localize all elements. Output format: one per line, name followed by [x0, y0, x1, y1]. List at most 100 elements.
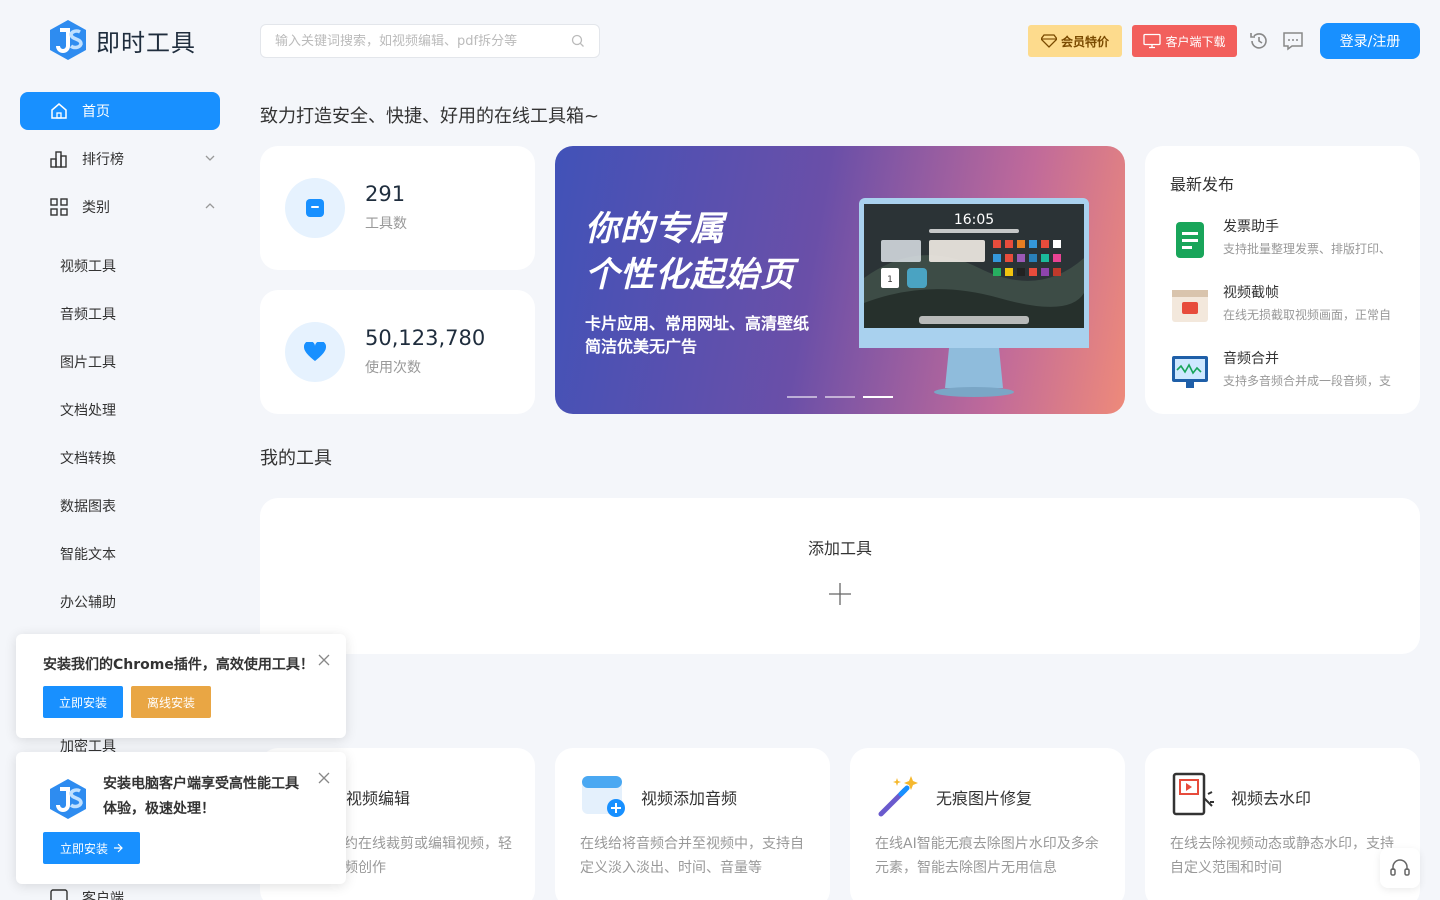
category-video[interactable]: 视频工具 — [60, 256, 116, 276]
category-data-chart[interactable]: 数据图表 — [60, 496, 116, 516]
desktop-client-popup: 安装电脑客户端享受高性能工具 体验，极速处理！ 立即安装 — [16, 752, 346, 884]
invoice-icon — [1176, 222, 1204, 258]
headset-icon — [1390, 859, 1410, 876]
tool-card-video-watermark[interactable]: 视频去水印 在线去除视频动态或静态水印，支持自定义范围和时间 — [1145, 748, 1420, 900]
video-watermark-icon — [1172, 772, 1214, 816]
banner-headline-line2: 个性化起始页 — [585, 255, 795, 295]
tool-desc: 在线给将音频合并至视频中，支持自定义淡入淡出、时间、音量等 — [580, 836, 804, 876]
sidebar-item-label: 排行榜 — [82, 152, 124, 168]
client-label: 客户端下载 — [1165, 34, 1226, 49]
desktop-popup-text: 安装电脑客户端享受高性能工具 体验，极速处理！ — [103, 772, 299, 822]
banner-dot[interactable] — [787, 396, 817, 398]
stat-card-usage: 50,123,780 使用次数 — [260, 290, 535, 414]
latest-title: 最新发布 — [1170, 175, 1235, 194]
client-icon — [50, 889, 68, 900]
add-tool-label: 添加工具 — [807, 539, 872, 558]
tool-desc: 约在线裁剪或编辑视频，轻 频创作 — [344, 836, 512, 876]
calendar-plus-icon — [582, 776, 625, 817]
sidebar-item-ranking[interactable]: 排行榜 — [20, 140, 220, 178]
search-input[interactable] — [275, 33, 571, 49]
banner-subtitle-line1: 卡片应用、常用网址、高清壁纸 — [585, 314, 810, 333]
latest-item[interactable]: 发票助手 支持批量整理发票、排版打印、 — [1170, 216, 1410, 262]
monitor-illustration: 16:05 1 — [859, 198, 1089, 397]
category-office[interactable]: 办公辅助 — [60, 592, 116, 612]
tool-card-video-add-audio[interactable]: 视频添加音频 在线给将音频合并至视频中，支持自定义淡入淡出、时间、音量等 — [555, 748, 830, 900]
sidebar-item-category[interactable]: 类别 — [20, 188, 220, 226]
close-icon[interactable] — [318, 654, 330, 666]
audio-merge-icon — [1172, 356, 1208, 388]
close-icon[interactable] — [318, 772, 330, 784]
vip-label: 会员特价 — [1060, 34, 1109, 49]
category-doc-convert[interactable]: 文档转换 — [60, 448, 116, 468]
chevron-up-icon[interactable] — [204, 200, 216, 212]
search-icon[interactable] — [571, 34, 585, 48]
grid-icon — [50, 198, 68, 216]
chrome-install-button[interactable]: 立即安装 — [43, 686, 123, 718]
banner-subtitle-line2: 简洁优美无广告 — [585, 337, 698, 356]
desktop-popup-line2: 体验，极速处理！ — [103, 801, 215, 817]
home-icon — [51, 103, 67, 119]
heart-icon — [285, 322, 345, 382]
tool-name: 视频编辑 — [346, 789, 411, 808]
search-box[interactable] — [260, 24, 600, 58]
banner-pagination — [787, 396, 893, 398]
tool-name: 视频去水印 — [1231, 789, 1312, 808]
banner-headline-line1: 你的专属 — [585, 209, 725, 249]
category-smart-text[interactable]: 智能文本 — [60, 544, 116, 564]
plus-icon[interactable] — [828, 582, 852, 606]
sidebar-item-label: 类别 — [82, 200, 110, 216]
banner-subtitle: 卡片应用、常用网址、高清壁纸 简洁优美无广告 — [585, 312, 809, 358]
tool-desc: 在线AI智能无痕去除图片水印及多余元素，智能去除图片无用信息 — [875, 836, 1099, 876]
login-register-button[interactable]: 登录/注册 — [1320, 23, 1420, 59]
desktop-popup-line1: 安装电脑客户端享受高性能工具 — [103, 776, 299, 792]
latest-item[interactable]: 音频合并 支持多音频合并成一段音频，支 — [1170, 348, 1410, 394]
customer-service-button[interactable] — [1380, 848, 1420, 888]
chrome-extension-popup: 安装我们的Chrome插件，高效使用工具！ 立即安装 离线安装 — [16, 634, 346, 738]
history-icon[interactable] — [1248, 30, 1270, 52]
page-tagline: 致力打造安全、快捷、好用的在线工具箱~ — [260, 106, 600, 127]
diamond-icon — [1040, 34, 1057, 48]
add-tool-card[interactable]: 添加工具 — [260, 498, 1420, 654]
category-image[interactable]: 图片工具 — [60, 352, 116, 372]
box-icon — [285, 178, 345, 238]
usage-count-label: 使用次数 — [365, 360, 421, 376]
chevron-down-icon[interactable] — [204, 152, 216, 164]
latest-item-name: 视频截帧 — [1223, 285, 1279, 301]
desktop-install-button[interactable]: 立即安装 — [43, 832, 140, 864]
latest-item-desc: 在线无损截取视频画面，正常自 — [1223, 308, 1392, 322]
chrome-popup-text: 安装我们的Chrome插件，高效使用工具！ — [43, 657, 314, 673]
usage-count: 50,123,780 — [365, 326, 486, 350]
banner-dot-active[interactable] — [863, 396, 893, 398]
monitor-date: 1 — [887, 275, 893, 285]
latest-item-name: 音频合并 — [1223, 351, 1279, 367]
desktop-install-label: 立即安装 — [59, 841, 108, 856]
magic-wand-icon — [878, 776, 918, 817]
tool-name: 视频添加音频 — [641, 789, 738, 808]
latest-releases-panel: 最新发布 发票助手 支持批量整理发票、排版打印、 视频截帧 在线无损截取视频画面… — [1145, 146, 1420, 414]
message-icon[interactable] — [1282, 30, 1304, 52]
sidebar-item-client[interactable]: 客户端 — [50, 888, 124, 900]
monitor-time: 16:05 — [954, 212, 994, 228]
tool-name: 无痕图片修复 — [936, 789, 1033, 808]
latest-item[interactable]: 视频截帧 在线无损截取视频画面，正常自 — [1170, 282, 1410, 328]
tools-count: 291 — [365, 182, 406, 206]
tools-count-label: 工具数 — [365, 216, 407, 232]
latest-item-desc: 支持批量整理发票、排版打印、 — [1223, 242, 1392, 256]
offline-install-button[interactable]: 离线安装 — [131, 686, 211, 718]
stat-card-tools: 291 工具数 — [260, 146, 535, 270]
sidebar-item-label: 客户端 — [82, 891, 124, 900]
promo-banner[interactable]: 你的专属 个性化起始页 卡片应用、常用网址、高清壁纸 简洁优美无广告 16:05… — [555, 146, 1125, 414]
brand-name: 即时工具 — [96, 28, 196, 57]
logo[interactable]: 即时工具 — [48, 18, 196, 62]
vip-button[interactable]: 会员特价 — [1028, 25, 1122, 57]
sidebar-item-home[interactable]: 首页 — [20, 92, 220, 130]
monitor-icon — [1143, 33, 1162, 49]
tool-card-image-repair[interactable]: 无痕图片修复 在线AI智能无痕去除图片水印及多余元素，智能去除图片无用信息 — [850, 748, 1125, 900]
latest-item-desc: 支持多音频合并成一段音频，支 — [1223, 374, 1392, 388]
banner-dot[interactable] — [825, 396, 855, 398]
category-doc-process[interactable]: 文档处理 — [60, 400, 116, 420]
logo-icon — [50, 779, 86, 819]
client-download-button[interactable]: 客户端下载 — [1132, 25, 1237, 57]
category-audio[interactable]: 音频工具 — [60, 304, 116, 324]
banner-headline: 你的专属 个性化起始页 — [585, 206, 795, 298]
